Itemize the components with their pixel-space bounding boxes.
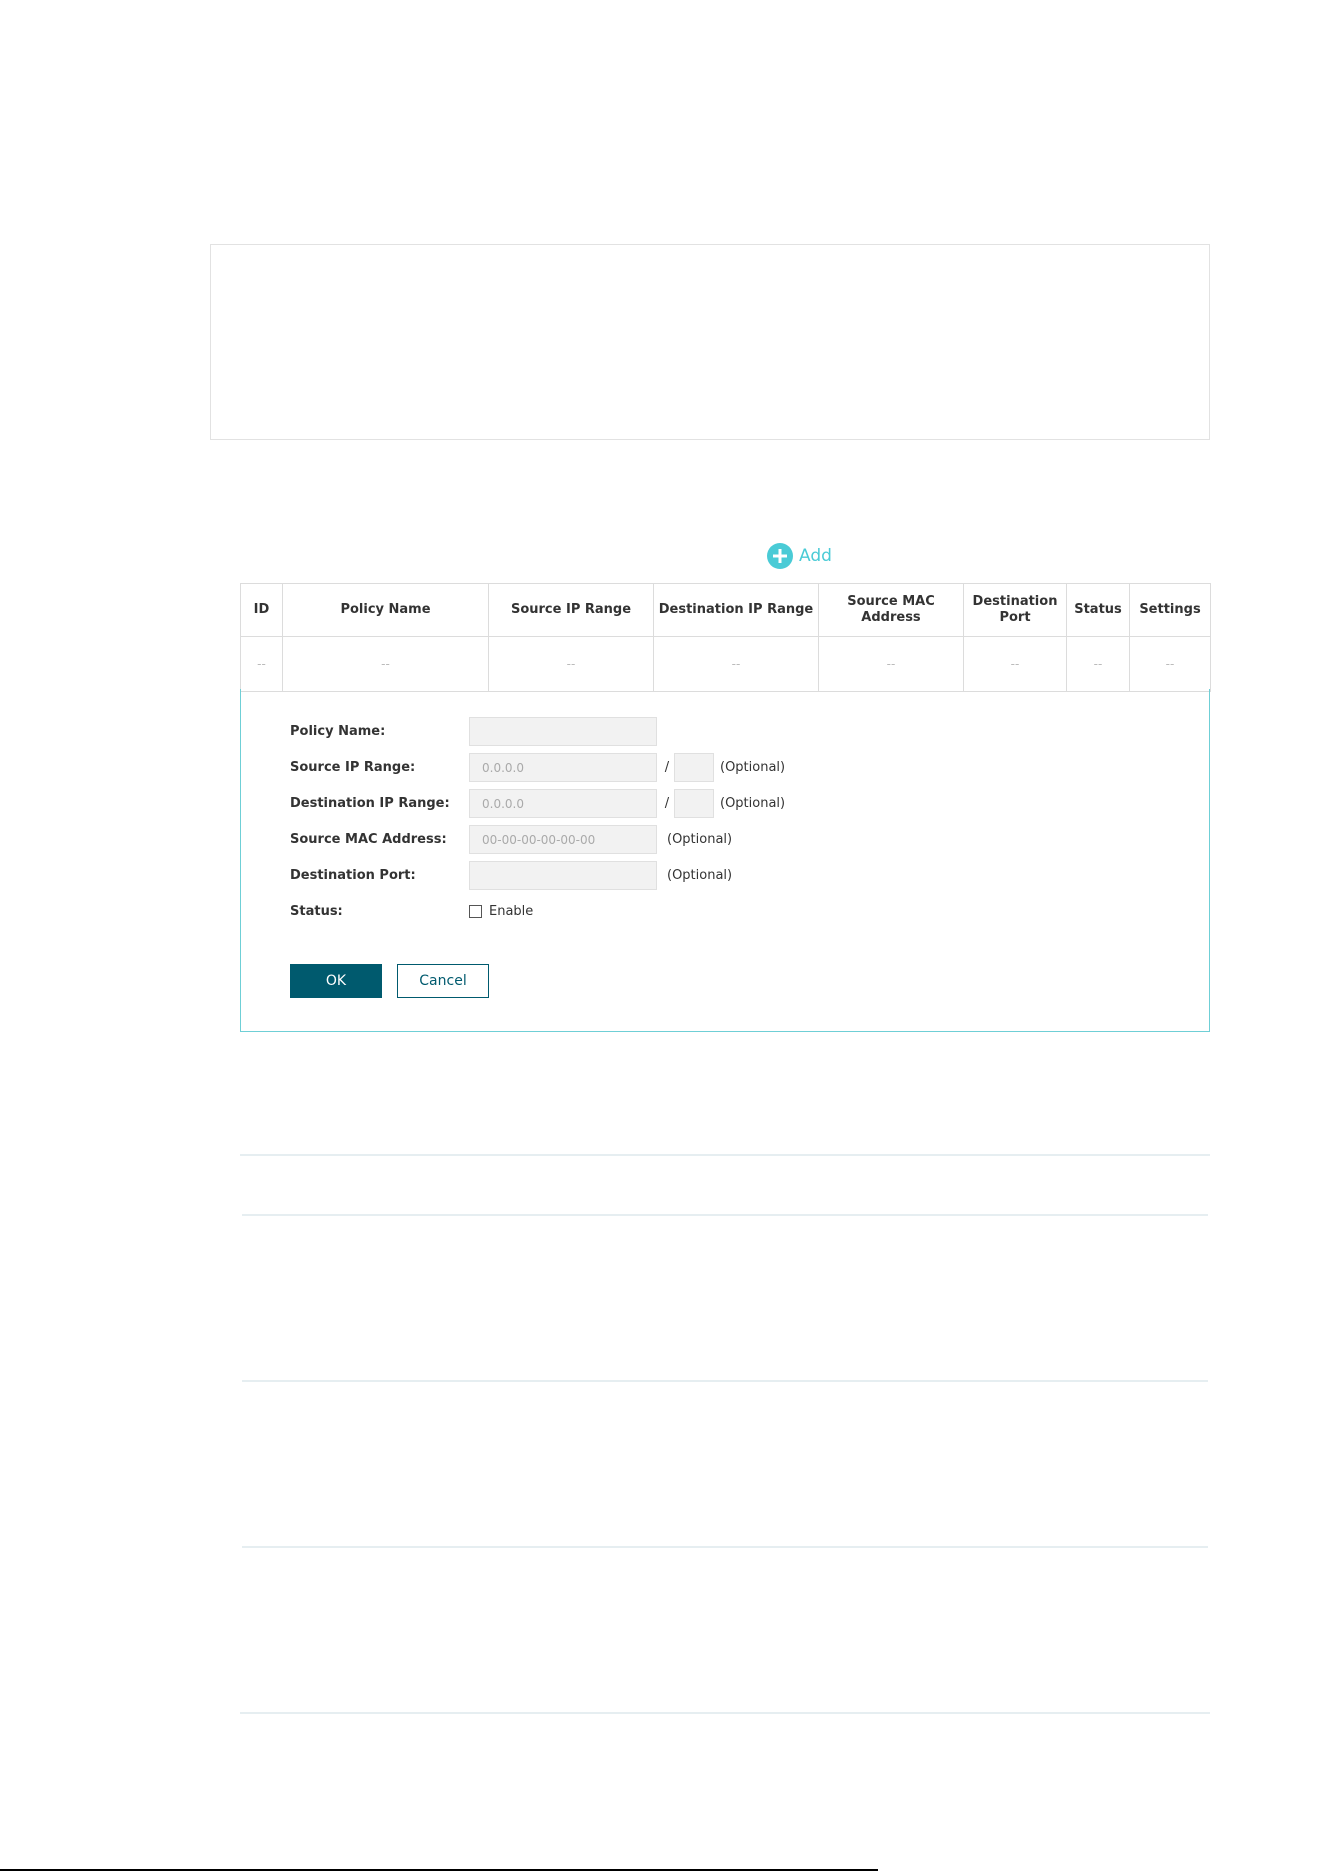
cell-settings: -- xyxy=(1129,636,1211,692)
plus-circle-icon xyxy=(767,543,793,569)
source-ip-label: Source IP Range: xyxy=(290,760,416,775)
cell-source-mac-address: -- xyxy=(818,636,964,692)
source-ip-row: Source IP Range: / (Optional) xyxy=(290,752,785,783)
cell-destination-ip-range: -- xyxy=(653,636,819,692)
add-label: Add xyxy=(799,546,832,566)
destination-ip-slash: / xyxy=(664,796,670,811)
destination-port-input[interactable] xyxy=(469,861,657,890)
column-header-destination-ip-range: Destination IP Range xyxy=(653,583,819,637)
destination-ip-row: Destination IP Range: / (Optional) xyxy=(290,788,785,819)
column-header-settings: Settings xyxy=(1129,583,1211,637)
destination-ip-input[interactable] xyxy=(469,789,657,818)
source-ip-mask-input[interactable] xyxy=(674,753,714,782)
source-mac-input[interactable] xyxy=(469,825,657,854)
divider xyxy=(240,1154,1210,1156)
column-header-destination-port: Destination Port xyxy=(963,583,1067,637)
table-header-row: ID Policy Name Source IP Range Destinati… xyxy=(240,583,1211,637)
source-ip-input[interactable] xyxy=(469,753,657,782)
column-header-id: ID xyxy=(240,583,283,637)
note-box xyxy=(210,244,1210,440)
cell-status: -- xyxy=(1066,636,1130,692)
cancel-button[interactable]: Cancel xyxy=(397,964,489,998)
enable-label: Enable xyxy=(489,904,534,919)
column-header-source-mac-address: Source MAC Address xyxy=(818,583,964,637)
footer-rule xyxy=(0,1869,878,1871)
enable-checkbox[interactable] xyxy=(469,905,482,918)
column-header-status: Status xyxy=(1066,583,1130,637)
destination-port-label: Destination Port: xyxy=(290,868,416,883)
cell-source-ip-range: -- xyxy=(488,636,654,692)
source-ip-slash: / xyxy=(664,760,670,775)
add-button[interactable]: Add xyxy=(767,543,832,569)
divider xyxy=(240,1712,1210,1714)
column-header-source-ip-range: Source IP Range xyxy=(488,583,654,637)
table-row: -- -- -- -- -- -- -- -- xyxy=(240,636,1211,692)
policy-name-row: Policy Name: xyxy=(290,716,657,747)
policy-name-label: Policy Name: xyxy=(290,724,386,739)
add-policy-form: Policy Name: Source IP Range: / (Optiona… xyxy=(240,689,1210,1032)
policy-name-input[interactable] xyxy=(469,717,657,746)
cell-destination-port: -- xyxy=(963,636,1067,692)
status-label: Status: xyxy=(290,904,343,919)
source-mac-label: Source MAC Address: xyxy=(290,832,447,847)
source-ip-optional: (Optional) xyxy=(720,760,786,775)
source-mac-row: Source MAC Address: (Optional) xyxy=(290,824,732,855)
source-mac-optional: (Optional) xyxy=(667,832,733,847)
divider xyxy=(242,1380,1208,1382)
destination-ip-label: Destination IP Range: xyxy=(290,796,450,811)
destination-port-row: Destination Port: (Optional) xyxy=(290,860,732,891)
ok-button[interactable]: OK xyxy=(290,964,382,998)
column-header-policy-name: Policy Name xyxy=(282,583,489,637)
divider xyxy=(242,1546,1208,1548)
status-row: Status: Enable xyxy=(290,896,533,927)
divider xyxy=(242,1214,1208,1216)
destination-ip-mask-input[interactable] xyxy=(674,789,714,818)
cell-policy-name: -- xyxy=(282,636,489,692)
destination-ip-optional: (Optional) xyxy=(720,796,786,811)
cell-id: -- xyxy=(240,636,283,692)
destination-port-optional: (Optional) xyxy=(667,868,733,883)
policy-table: ID Policy Name Source IP Range Destinati… xyxy=(240,583,1211,692)
